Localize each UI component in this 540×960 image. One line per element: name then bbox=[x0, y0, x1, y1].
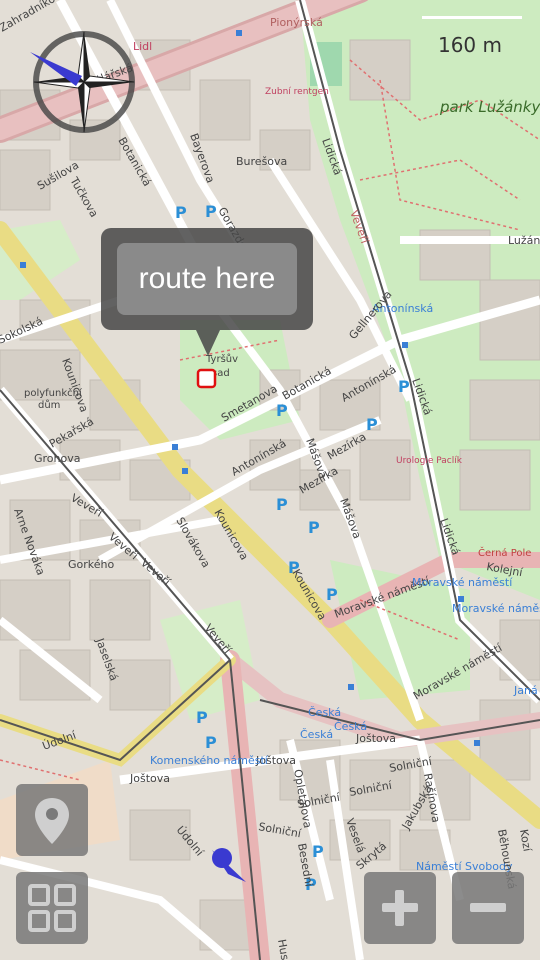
popup-tail bbox=[196, 330, 220, 356]
svg-text:Joštova: Joštova bbox=[355, 732, 396, 745]
location-pin-icon bbox=[35, 798, 69, 844]
svg-text:Lužánky: Lužánky bbox=[508, 234, 540, 247]
svg-text:Česká: Česká bbox=[300, 728, 333, 741]
svg-text:Gorkého: Gorkého bbox=[68, 558, 114, 571]
svg-text:P: P bbox=[398, 377, 410, 396]
svg-text:polyfunkční: polyfunkční bbox=[24, 387, 83, 399]
svg-text:P: P bbox=[205, 202, 217, 221]
svg-text:dům: dům bbox=[38, 399, 60, 411]
svg-text:Grohova: Grohova bbox=[34, 452, 81, 465]
svg-text:Česká: Česká bbox=[308, 706, 341, 719]
svg-text:P: P bbox=[276, 401, 288, 420]
route-popup: route here bbox=[101, 228, 313, 356]
svg-text:P: P bbox=[205, 733, 217, 752]
svg-text:park Lužánky: park Lužánky bbox=[439, 98, 540, 116]
scale-bar bbox=[422, 16, 522, 19]
svg-text:P: P bbox=[326, 585, 338, 604]
svg-text:P: P bbox=[276, 495, 288, 514]
svg-text:P: P bbox=[366, 415, 378, 434]
svg-text:Zubní rentgen: Zubní rentgen bbox=[265, 87, 329, 97]
scale-label: 160 m bbox=[437, 33, 502, 57]
menu-button[interactable] bbox=[16, 872, 88, 944]
svg-text:Burešova: Burešova bbox=[236, 155, 287, 168]
svg-text:Moravské náměstí: Moravské náměstí bbox=[452, 602, 540, 615]
svg-text:Černá Pole: Černá Pole bbox=[478, 546, 531, 559]
svg-text:P: P bbox=[175, 203, 187, 222]
zoom-out-button[interactable] bbox=[452, 872, 524, 944]
svg-text:Lidl: Lidl bbox=[133, 40, 152, 53]
svg-text:Moravské náměstí: Moravské náměstí bbox=[412, 576, 513, 589]
location-button[interactable] bbox=[16, 784, 88, 856]
route-here-button[interactable]: route here bbox=[117, 243, 297, 315]
zoom-in-button[interactable] bbox=[364, 872, 436, 944]
svg-text:P: P bbox=[196, 708, 208, 727]
svg-text:Urologie Paclík: Urologie Paclík bbox=[396, 456, 463, 466]
svg-text:Janá: Janá bbox=[513, 684, 538, 697]
svg-text:Komenského náměstí: Komenského náměstí bbox=[150, 754, 269, 767]
svg-text:P: P bbox=[312, 842, 324, 861]
svg-text:Pionýrská: Pionýrská bbox=[270, 16, 323, 29]
svg-text:P: P bbox=[308, 518, 320, 537]
svg-text:Joštova: Joštova bbox=[129, 772, 170, 785]
